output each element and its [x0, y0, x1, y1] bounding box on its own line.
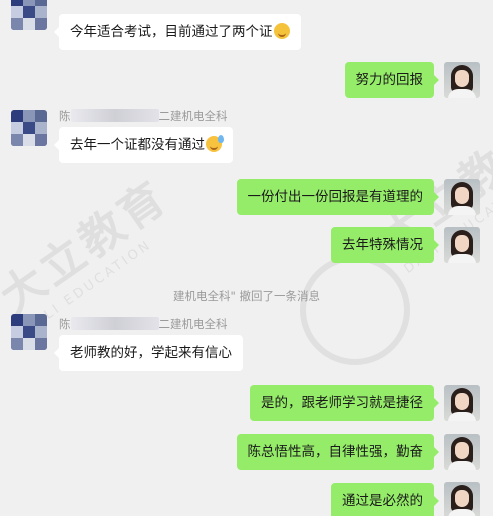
- sweat-emoji-icon: [206, 135, 224, 152]
- message-text: 今年适合考试，目前通过了两个证: [70, 24, 273, 40]
- message-text: 去年特殊情况: [342, 237, 423, 253]
- watermark-left: 大立教育 DALI EDUCATION: [0, 162, 187, 337]
- message-text: 陈总悟性高，自律性强，勤奋: [247, 444, 424, 460]
- message-bubble-outgoing[interactable]: 努力的回报: [344, 62, 439, 98]
- avatar-teacher[interactable]: [444, 385, 480, 421]
- message-text: 努力的回报: [355, 72, 424, 88]
- message-bubble-incoming[interactable]: 老师教的好，学起来有信心: [54, 335, 243, 371]
- avatar-contact[interactable]: [11, 0, 47, 30]
- message-text: 一份付出一份回报是有道理的: [247, 189, 424, 205]
- avatar-teacher[interactable]: [444, 62, 480, 98]
- message-bubble-outgoing[interactable]: 通过是必然的: [331, 483, 439, 516]
- message-bubble-outgoing[interactable]: 陈总悟性高，自律性强，勤奋: [236, 434, 439, 470]
- message-text: 通过是必然的: [342, 493, 423, 509]
- message-bubble-incoming[interactable]: 去年一个证都没有通过: [54, 127, 233, 163]
- redacted-name: [70, 109, 159, 122]
- message-text: 老师教的好，学起来有信心: [70, 345, 232, 361]
- message-text: 去年一个证都没有通过: [70, 137, 205, 153]
- system-recall-notice: 建机电全科" 撤回了一条消息: [173, 289, 320, 303]
- message-bubble-outgoing[interactable]: 是的，跟老师学习就是捷径: [250, 385, 439, 421]
- avatar-contact[interactable]: [11, 314, 47, 350]
- avatar-contact[interactable]: [11, 110, 47, 146]
- message-text: 是的，跟老师学习就是捷径: [261, 395, 423, 411]
- thinking-emoji-icon: [273, 23, 290, 39]
- chat-window: 大立教育 DALI EDUCATION 大立教育 DALI EDUCATION …: [0, 0, 493, 516]
- sender-name: 陈二建机电全科: [59, 109, 228, 123]
- avatar-teacher[interactable]: [444, 179, 480, 215]
- message-bubble-outgoing[interactable]: 去年特殊情况: [331, 227, 439, 263]
- redacted-name: [70, 317, 159, 330]
- avatar-teacher[interactable]: [444, 434, 480, 470]
- message-bubble-outgoing[interactable]: 一份付出一份回报是有道理的: [236, 179, 439, 215]
- avatar-teacher[interactable]: [444, 227, 480, 263]
- avatar-teacher[interactable]: [444, 482, 480, 516]
- sender-name: 陈二建机电全科: [59, 317, 228, 331]
- message-bubble-incoming[interactable]: 今年适合考试，目前通过了两个证: [54, 14, 301, 50]
